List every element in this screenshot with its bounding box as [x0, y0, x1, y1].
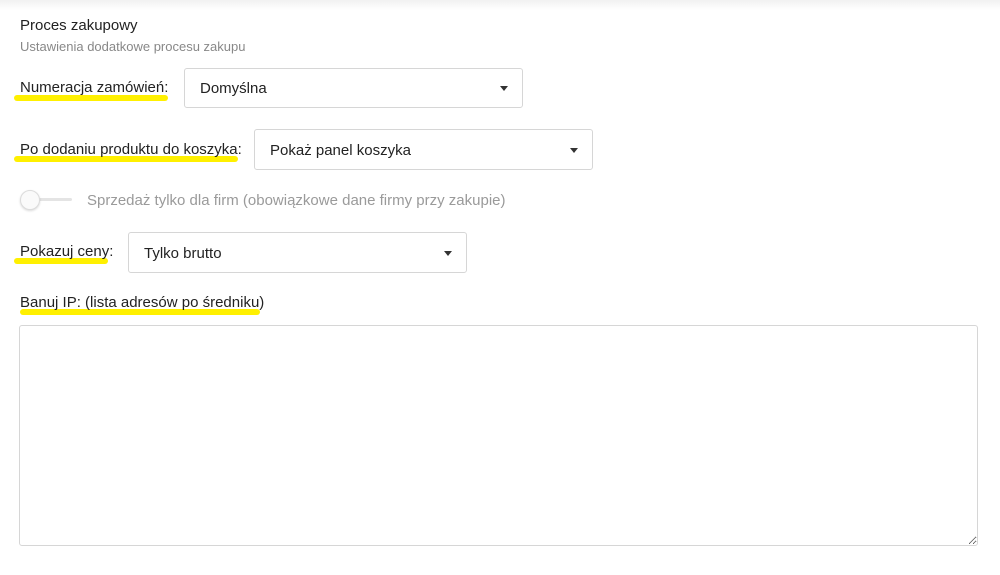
order-numbering-label: Numeracja zamówień:	[20, 79, 169, 96]
order-numbering-select[interactable]: Domyślna	[184, 68, 523, 108]
ban-ip-label: Banuj IP: (lista adresów po średniku)	[20, 294, 265, 311]
chevron-down-icon	[500, 86, 508, 91]
show-prices-label: Pokazuj ceny:	[20, 243, 114, 260]
order-numbering-value: Domyślna	[200, 80, 267, 97]
b2b-only-toggle[interactable]	[20, 190, 72, 210]
section-subtitle: Ustawienia dodatkowe procesu zakupu	[20, 39, 246, 54]
show-prices-select[interactable]: Tylko brutto	[128, 232, 467, 273]
toggle-knob	[20, 190, 40, 210]
b2b-only-label: Sprzedaż tylko dla firm (obowiązkowe dan…	[87, 192, 506, 209]
show-prices-value: Tylko brutto	[144, 245, 222, 262]
chevron-down-icon	[444, 251, 452, 256]
after-add-to-cart-label: Po dodaniu produktu do koszyka:	[20, 141, 242, 158]
after-add-to-cart-value: Pokaż panel koszyka	[270, 142, 411, 159]
ban-ip-textarea[interactable]	[19, 325, 978, 546]
chevron-down-icon	[570, 148, 578, 153]
after-add-to-cart-select[interactable]: Pokaż panel koszyka	[254, 129, 593, 170]
section-title: Proces zakupowy	[20, 17, 138, 34]
top-shadow-bar	[0, 0, 1000, 10]
